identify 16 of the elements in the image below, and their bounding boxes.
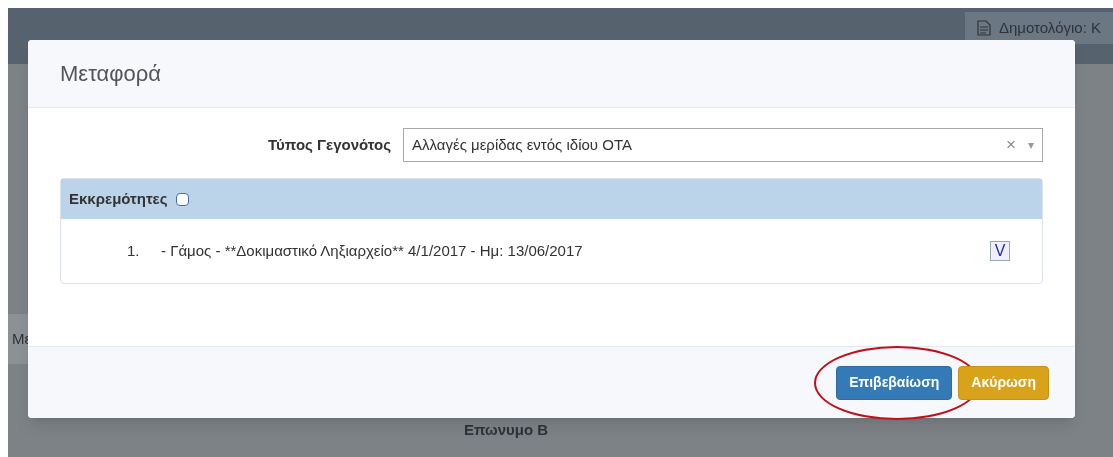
header-text: Δημοτολόγιο: Κ bbox=[998, 17, 1101, 38]
select-all-checkbox[interactable] bbox=[175, 192, 189, 206]
panel-title: Εκκρεμότητες bbox=[69, 188, 168, 209]
dialog-title: Μεταφορά bbox=[60, 60, 161, 88]
cancel-button[interactable]: Ακύρωση bbox=[958, 365, 1049, 400]
item-checkbox[interactable]: V bbox=[990, 241, 1010, 261]
field-label: Τύπος Γεγονότος bbox=[268, 134, 391, 155]
record-tab[interactable]: Δημοτολόγιο: Κ bbox=[964, 12, 1113, 44]
confirm-button[interactable]: Επιβεβαίωση bbox=[836, 365, 953, 400]
caret-icon[interactable]: ▾ bbox=[1028, 136, 1034, 154]
event-type-select[interactable]: Αλλαγές μερίδας εντός ιδίου ΟΤΑ × ▾ bbox=[403, 128, 1043, 162]
clear-button[interactable]: × bbox=[1006, 132, 1016, 158]
pending-item-text: - Γάμος - **Δοκιμαστικό Ληξιαρχείο** 4/1/2017 - Ημ: 13/06/2017 bbox=[161, 240, 584, 261]
item-number: 1. bbox=[127, 240, 141, 261]
document-icon bbox=[976, 20, 991, 36]
field-label: Επωνυμο Β bbox=[464, 421, 549, 438]
